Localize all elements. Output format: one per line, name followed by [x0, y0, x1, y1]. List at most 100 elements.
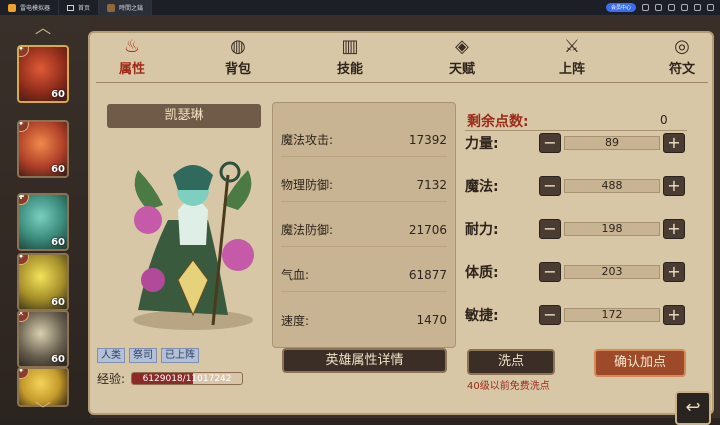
stat-row-hp: 气血: 61877 — [281, 258, 447, 292]
hero-level: 60 — [51, 89, 65, 100]
decrease-button[interactable]: − — [539, 262, 561, 282]
decrease-button[interactable]: − — [539, 176, 561, 196]
tab-talent[interactable]: ◈ 天赋 — [432, 35, 492, 79]
close-icon[interactable] — [707, 4, 714, 11]
reset-points-button[interactable]: 洗点 — [467, 349, 555, 375]
attr-name: 体质: — [465, 265, 499, 281]
remaining-points-value: 0 — [660, 113, 668, 127]
emulator-game-tab[interactable]: 時間之鑰 — [99, 0, 153, 15]
class-icon: ✦ — [19, 122, 29, 132]
minimize-icon[interactable] — [681, 4, 688, 11]
stat-row-physical-defense: 物理防御: 7132 — [281, 168, 447, 202]
exp-label: 经验: — [97, 372, 126, 386]
tab-label: 属性 — [118, 62, 145, 77]
decrease-button[interactable]: − — [539, 305, 561, 325]
stat-label: 魔法防御: — [281, 223, 334, 237]
tab-deploy[interactable]: ⚔ 上阵 — [542, 35, 602, 79]
hero-portrait-2[interactable]: ✦ 60 — [17, 120, 69, 178]
tab-label: 符文 — [668, 62, 695, 77]
maximize-icon[interactable] — [694, 4, 701, 11]
scroll-down-icon[interactable]: ﹀ — [32, 402, 54, 418]
vip-button[interactable]: 会员中心 — [605, 3, 636, 12]
increase-button[interactable]: + — [663, 305, 685, 325]
stat-value: 7132 — [416, 177, 447, 192]
tab-label: 天赋 — [448, 62, 475, 77]
game-app-icon — [107, 3, 116, 12]
hero-stats-detail-button[interactable]: 英雄属性详情 — [282, 348, 447, 373]
settings-icon[interactable] — [655, 4, 662, 11]
attr-value: 172 — [564, 308, 660, 322]
hero-portrait-4[interactable]: ✦ 60 — [17, 253, 69, 311]
increase-button[interactable]: + — [663, 219, 685, 239]
alloc-row-stamina: 耐力: − 198 + — [465, 218, 687, 240]
confirm-allocation-button[interactable]: 确认加点 — [594, 349, 686, 377]
stat-row-magic-attack: 魔法攻击: 17392 — [281, 123, 447, 157]
tab-rune[interactable]: ◎ 符文 — [652, 35, 712, 79]
exp-display: 经验: 6129018/11017242 — [97, 370, 244, 387]
stat-row-speed: 速度: 1470 — [281, 303, 447, 337]
stat-row-magic-defense: 魔法防御: 21706 — [281, 213, 447, 247]
remaining-points-label: 剩余点数: — [467, 114, 529, 130]
class-icon: ✦ — [19, 369, 29, 379]
hero-artwork — [133, 161, 254, 330]
decrease-button[interactable]: − — [539, 133, 561, 153]
deploy-tag: 已上阵 — [161, 348, 199, 363]
emulator-home-tab[interactable]: 首页 — [59, 0, 100, 15]
decrease-button[interactable]: − — [539, 219, 561, 239]
tab-label: 背包 — [224, 62, 251, 77]
increase-button[interactable]: + — [663, 176, 685, 196]
attr-name: 力量: — [465, 136, 499, 152]
emulator-title-bar: 雷电模拟器 首页 時間之鑰 会员中心 — [0, 0, 720, 15]
stat-label: 速度: — [281, 313, 310, 328]
emulator-logo-icon — [8, 3, 16, 12]
class-tag: 祭司 — [129, 348, 157, 363]
class-icon: ✦ — [19, 47, 29, 57]
home-tab-label: 首页 — [78, 5, 91, 12]
attr-value: 198 — [564, 222, 660, 236]
attr-value: 488 — [564, 179, 660, 193]
stat-value: 21706 — [408, 222, 447, 237]
stats-panel: 魔法攻击: 17392 物理防御: 7132 魔法防御: 21706 气血: 6… — [272, 102, 456, 348]
alloc-row-constitution: 体质: − 203 + — [465, 261, 687, 283]
emulator-app-label: 雷电模拟器 — [20, 5, 51, 12]
menu-icon[interactable] — [668, 4, 675, 11]
back-arrow-icon[interactable]: ↩ — [675, 391, 711, 425]
stat-value: 61877 — [408, 267, 447, 282]
alloc-row-magic: 魔法: − 488 + — [465, 175, 687, 197]
tab-bag[interactable]: ◍ 背包 — [208, 35, 268, 79]
hero-portrait-5[interactable]: ✕ 60 — [17, 310, 69, 368]
alloc-row-agility: 敏捷: − 172 + — [465, 304, 687, 326]
attr-name: 耐力: — [465, 222, 499, 238]
hero-portrait-3[interactable]: ✚ 60 — [17, 193, 69, 251]
swords-icon: ⚔ — [563, 36, 581, 57]
hero-portrait-1[interactable]: ✦ 60 — [17, 45, 69, 103]
hero-list: ︿ ✦ 60 ✦ 60 ✚ 60 ✦ 60 ✕ 60 ✦ ﹀ — [0, 15, 90, 418]
increase-button[interactable]: + — [663, 262, 685, 282]
scroll-up-icon[interactable]: ︿ — [32, 20, 54, 36]
rune-icon: ◎ — [674, 36, 690, 57]
tab-label: 上阵 — [558, 62, 585, 77]
increase-button[interactable]: + — [663, 133, 685, 153]
tab-label: 技能 — [336, 62, 363, 77]
hero-level: 60 — [51, 354, 65, 365]
attr-name: 魔法: — [465, 179, 499, 195]
attr-name: 敏捷: — [465, 308, 499, 324]
reset-free-note: 40级以前免费洗点 — [467, 381, 550, 392]
home-icon — [67, 4, 75, 11]
hero-name: 凯瑟琳 — [107, 104, 261, 128]
points-divider — [465, 130, 687, 131]
class-icon: ✦ — [19, 255, 29, 265]
emulator-window-controls: 会员中心 — [605, 3, 720, 12]
gamepad-icon[interactable] — [642, 4, 649, 11]
tab-attribute[interactable]: ♨ 属性 — [102, 35, 162, 79]
stat-label: 魔法攻击: — [281, 133, 334, 147]
hero-level: 60 — [51, 237, 65, 248]
attr-value: 89 — [564, 136, 660, 150]
tab-skill[interactable]: ▥ 技能 — [320, 35, 380, 79]
stat-label: 物理防御: — [281, 178, 334, 192]
book-icon: ▥ — [341, 36, 359, 57]
attr-value: 203 — [564, 265, 660, 279]
class-icon: ✚ — [19, 195, 29, 205]
tab-divider — [96, 82, 708, 83]
emulator-app-tab[interactable]: 雷电模拟器 — [0, 0, 60, 15]
